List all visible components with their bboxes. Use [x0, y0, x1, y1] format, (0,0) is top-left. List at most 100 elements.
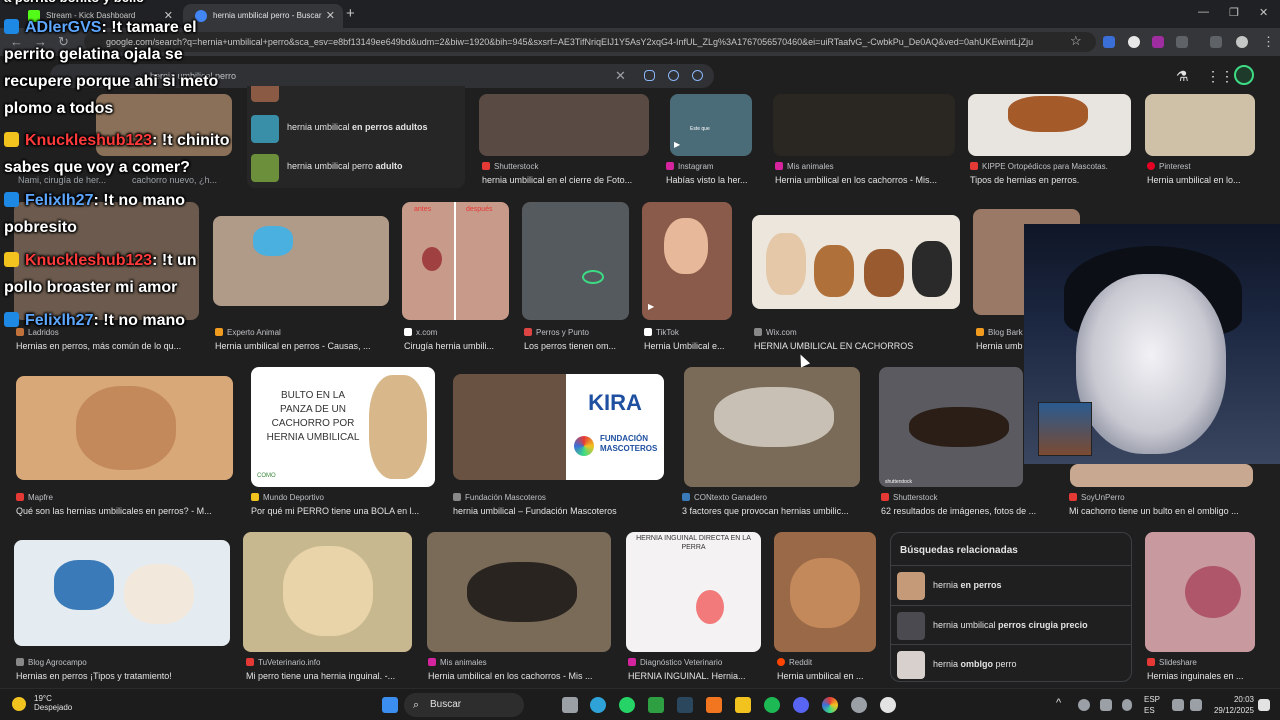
image-result[interactable]	[1070, 464, 1253, 487]
result-caption[interactable]: Los perros tienen om...	[524, 341, 631, 351]
result-source[interactable]: Shutterstock	[881, 493, 1057, 502]
extension-icon[interactable]	[1103, 36, 1115, 48]
image-result[interactable]	[14, 540, 230, 646]
result-caption[interactable]: HERNIA INGUINAL. Hernia...	[628, 671, 763, 681]
notification-icon[interactable]	[1258, 699, 1270, 711]
image-result[interactable]	[968, 94, 1131, 156]
search-icon[interactable]	[692, 70, 703, 81]
extension-icon[interactable]	[1128, 36, 1140, 48]
result-source[interactable]: TikTok	[644, 328, 734, 337]
result-caption[interactable]: Por qué mi PERRO tiene una BOLA en l...	[251, 506, 435, 516]
image-result[interactable]	[1145, 94, 1255, 156]
suggestion-item[interactable]: hernia umbilical perro adulto	[251, 152, 463, 182]
maximize-icon[interactable]: ❐	[1229, 6, 1239, 19]
result-caption[interactable]: Hernia umb	[976, 341, 1024, 351]
chevron-up-icon[interactable]: ^	[1056, 697, 1061, 709]
image-result[interactable]: HERNIA INGUINAL DIRECTA EN LA PERRA	[626, 532, 761, 652]
extension-icon[interactable]	[1152, 36, 1164, 48]
result-source[interactable]: Perros y Punto	[524, 328, 631, 337]
suggestion-item[interactable]: hernia umbilical en perros adultos	[251, 113, 463, 143]
result-caption[interactable]: hernia umbilical – Fundación Mascoteros	[453, 506, 664, 516]
image-result[interactable]	[427, 532, 611, 652]
app-icon[interactable]	[880, 697, 896, 713]
result-caption[interactable]: Mi cachorro tiene un bulto en el ombligo…	[1069, 506, 1255, 516]
result-source[interactable]: Shutterstock	[482, 162, 652, 171]
clear-icon[interactable]: ✕	[615, 64, 626, 88]
close-icon[interactable]: ✕	[326, 4, 335, 28]
result-source[interactable]: SoyUnPerro	[1069, 493, 1255, 502]
related-item[interactable]: hernia en perros	[891, 565, 1131, 603]
result-source[interactable]: KIPPE Ortopédicos para Mascotas.	[970, 162, 1132, 171]
volume-icon[interactable]	[1190, 699, 1202, 711]
result-caption[interactable]: Hernias inguinales en ...	[1147, 671, 1257, 681]
weather-widget[interactable]: 19°C Despejado	[34, 694, 72, 712]
wifi-icon[interactable]	[1172, 699, 1184, 711]
result-caption[interactable]: hernia umbilical en el cierre de Foto...	[482, 175, 652, 185]
image-result[interactable]	[479, 94, 649, 156]
result-source[interactable]: Mis animales	[775, 162, 955, 171]
whatsapp-icon[interactable]	[619, 697, 635, 713]
image-result[interactable]	[752, 215, 960, 309]
image-result[interactable]	[684, 367, 860, 487]
result-caption[interactable]: Hernia Umbilical e...	[644, 341, 734, 351]
windows-start-icon[interactable]	[382, 697, 398, 713]
result-source[interactable]: x.com	[404, 328, 511, 337]
image-result[interactable]	[16, 376, 233, 480]
related-item[interactable]: hernia umbilical perros cirugia precio	[891, 605, 1131, 643]
result-caption[interactable]: Hernias en perros ¡Tipos y tratamiento!	[16, 671, 232, 681]
image-result[interactable]	[243, 532, 412, 652]
clock[interactable]: 20:03 29/12/2025	[1214, 694, 1254, 716]
image-result[interactable]	[773, 94, 955, 156]
result-source[interactable]: Instagram	[666, 162, 762, 171]
result-source[interactable]: CONtexto Ganadero	[682, 493, 860, 502]
tray-icon[interactable]	[1078, 699, 1090, 711]
spotify-icon[interactable]	[764, 697, 780, 713]
image-result[interactable]: BULTO EN LA PANZA DE UN CACHORRO POR HER…	[251, 367, 435, 487]
image-result[interactable]	[774, 532, 876, 652]
mic-icon[interactable]	[644, 70, 655, 81]
result-caption[interactable]: Hernia umbilical en perros - Causas, ...	[215, 341, 391, 351]
result-caption[interactable]: 3 factores que provocan hernias umbilic.…	[682, 506, 860, 516]
mic-icon[interactable]	[1122, 699, 1132, 711]
menu-dots-icon[interactable]: ⋮	[1262, 34, 1275, 50]
task-view-icon[interactable]	[562, 697, 578, 713]
result-caption[interactable]: Hernias en perros, más común de lo qu...	[16, 341, 201, 351]
result-source[interactable]: Wix.com	[754, 328, 962, 337]
chrome-icon[interactable]	[822, 697, 838, 713]
result-source[interactable]: Pinterest	[1147, 162, 1257, 171]
result-caption[interactable]: Hernia umbilical en los cachorros - Mis.…	[775, 175, 955, 185]
result-caption[interactable]: Cirugía hernia umbili...	[404, 341, 511, 351]
apps-grid-icon[interactable]: ⋮⋮	[1206, 68, 1234, 85]
result-caption[interactable]: Habías visto la her...	[666, 175, 762, 185]
result-source[interactable]: Fundación Mascoteros	[453, 493, 664, 502]
result-caption[interactable]: Hernia umbilical en los cachorros - Mis …	[428, 671, 612, 681]
result-source[interactable]: TuVeterinario.info	[246, 658, 412, 667]
result-caption[interactable]: Qué son las hernias umbilicales en perro…	[16, 506, 233, 516]
image-result[interactable]	[522, 202, 629, 320]
result-source[interactable]: Mapfre	[16, 493, 233, 502]
image-result[interactable]: ▶	[642, 202, 732, 320]
app-icon[interactable]	[706, 697, 722, 713]
result-source[interactable]: Blog Agrocampo	[16, 658, 232, 667]
result-caption[interactable]: Hernia umbilical en ...	[777, 671, 877, 681]
result-caption[interactable]: HERNIA UMBILICAL EN CACHORROS	[754, 341, 962, 351]
xbox-icon[interactable]	[648, 697, 664, 713]
result-source[interactable]: Mundo Deportivo	[251, 493, 435, 502]
folder-icon[interactable]	[735, 697, 751, 713]
lens-icon[interactable]	[668, 70, 679, 81]
new-tab-button[interactable]: +	[346, 5, 355, 22]
related-item[interactable]: hernia omblgo perro	[891, 644, 1131, 682]
result-caption[interactable]: 62 resultados de imágenes, fotos de ...	[881, 506, 1057, 516]
puzzle-icon[interactable]	[1176, 36, 1188, 48]
obs-icon[interactable]	[851, 697, 867, 713]
result-source[interactable]: Mis animales	[428, 658, 612, 667]
labs-icon[interactable]: ⚗	[1176, 68, 1189, 85]
discord-icon[interactable]	[793, 697, 809, 713]
image-result[interactable]: antes después	[402, 202, 509, 320]
result-source[interactable]: Reddit	[777, 658, 877, 667]
result-caption[interactable]: Mi perro tiene una hernia inguinal. -...	[246, 671, 412, 681]
close-window-icon[interactable]: ✕	[1259, 6, 1268, 19]
reading-list-icon[interactable]	[1210, 36, 1222, 48]
edge-icon[interactable]	[590, 697, 606, 713]
result-source[interactable]: Slideshare	[1147, 658, 1257, 667]
